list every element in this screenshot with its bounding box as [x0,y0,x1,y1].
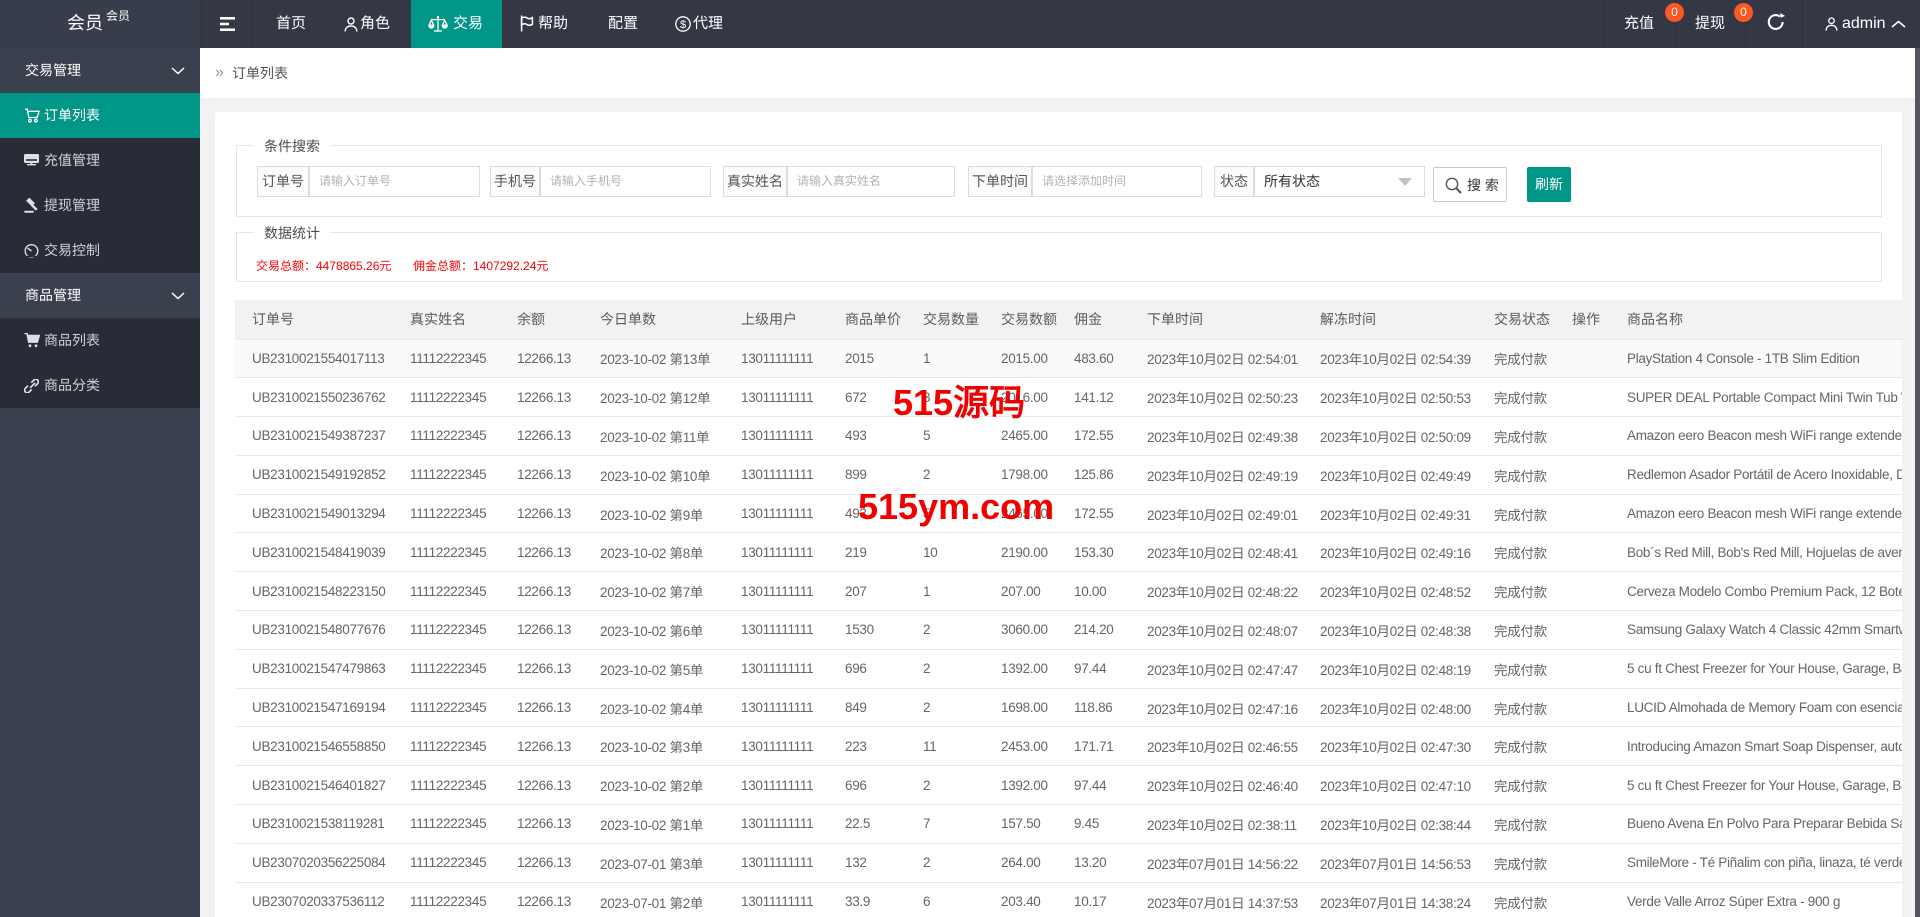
svg-text:$: $ [680,19,686,31]
